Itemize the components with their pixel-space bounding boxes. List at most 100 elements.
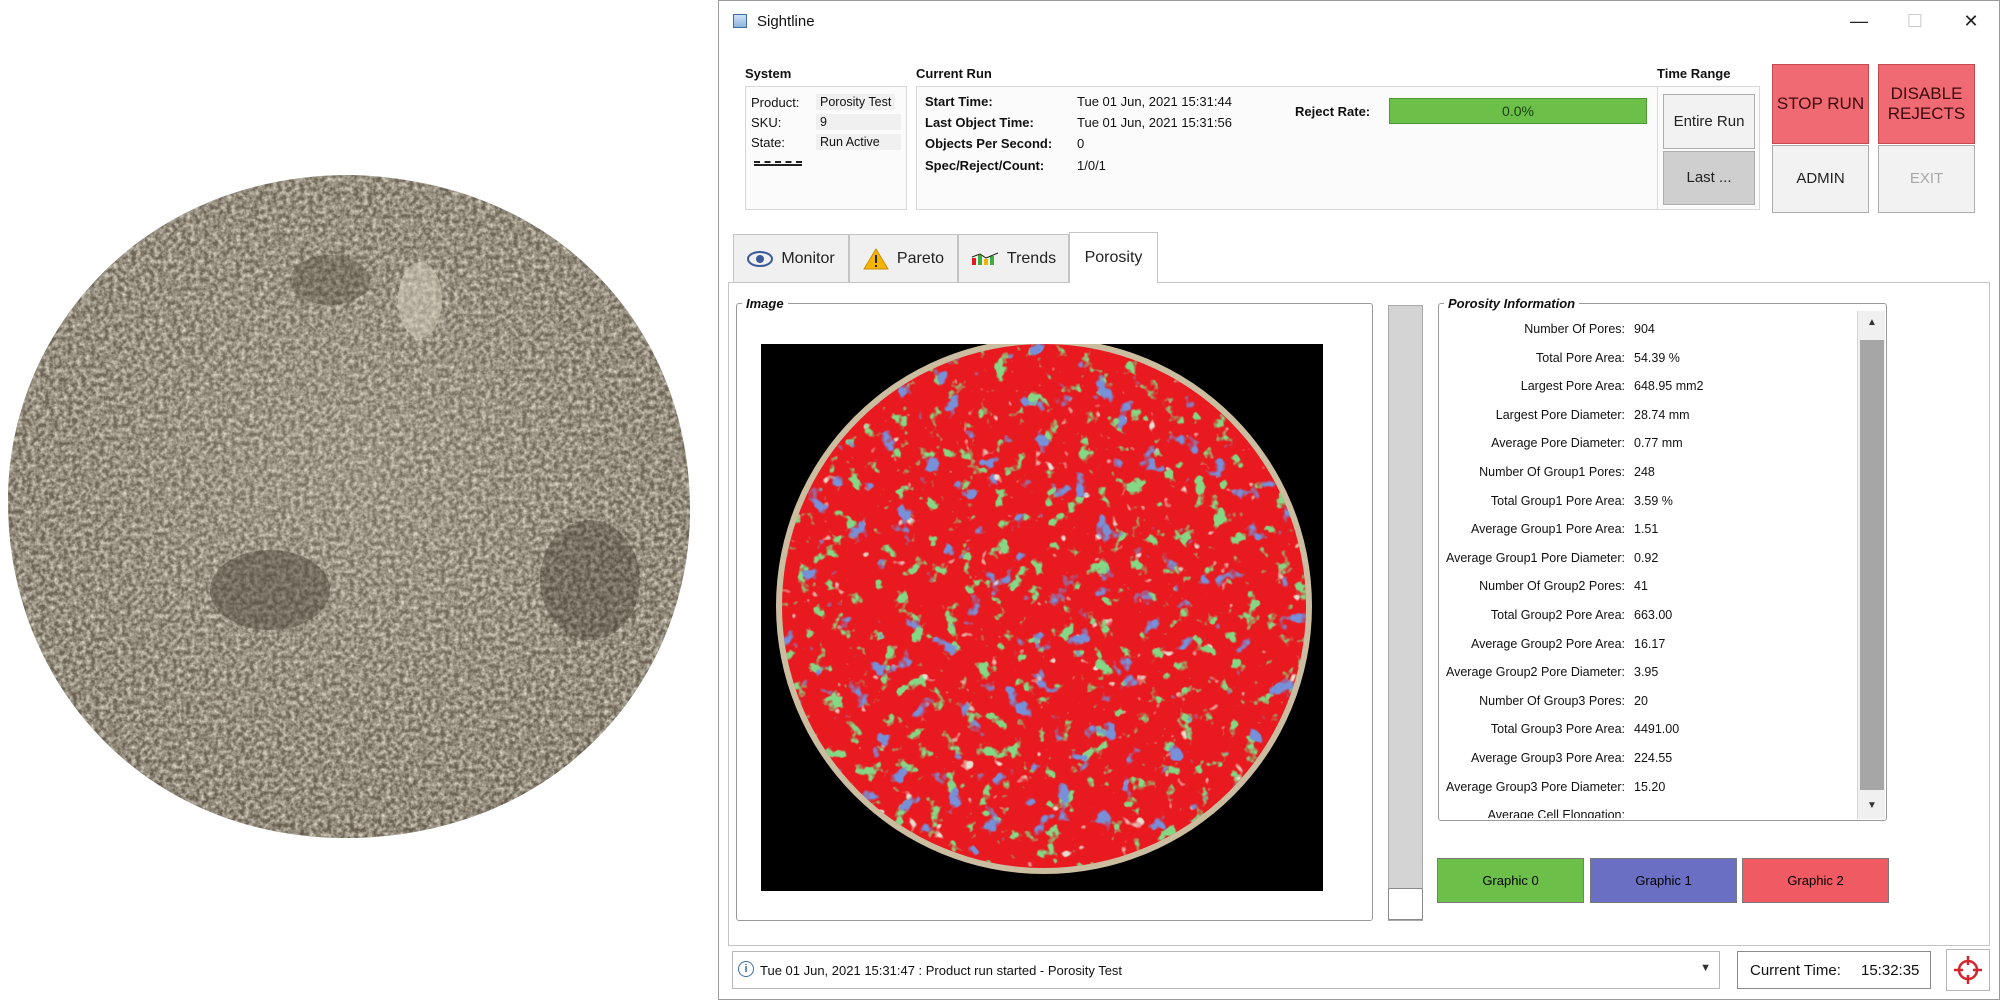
current-time-value: 15:32:35 [1861, 962, 1920, 979]
scroll-up-icon[interactable]: ▲ [1867, 317, 1877, 328]
minimize-button[interactable]: — [1831, 1, 1887, 41]
eye-icon [747, 250, 774, 267]
state-value: Run Active [816, 134, 901, 150]
exit-button[interactable]: EXIT [1878, 145, 1975, 213]
tab-porosity-label: Porosity [1084, 249, 1143, 266]
porosity-info-row: Average Cell Elongation: [1441, 802, 1857, 818]
porosity-info-row-label: Average Cell Elongation: [1487, 808, 1625, 818]
porosity-info-row-value: 15.20 [1634, 779, 1666, 794]
porosity-info-row: Largest Pore Area: 648.95 mm2 [1441, 373, 1857, 401]
spec-reject-count-value: 1/0/1 [1077, 158, 1106, 173]
status-message-box[interactable]: i Tue 01 Jun, 2021 15:31:47 : Product ru… [732, 951, 1720, 989]
sku-value: 9 [816, 114, 901, 130]
system-panel: Product: Porosity Test SKU: 9 State: Run… [745, 86, 907, 210]
maximize-button[interactable]: ☐ [1887, 1, 1943, 41]
graphic-0-button[interactable]: Graphic 0 [1437, 858, 1584, 903]
porosity-info-row: Largest Pore Diameter: 28.74 mm [1441, 402, 1857, 430]
porosity-info-row-label: Number Of Group3 Pores: [1479, 693, 1625, 708]
target-button[interactable] [1946, 949, 1990, 991]
last-range-button[interactable]: Last ... [1663, 151, 1755, 205]
porosity-info-row-value: 28.74 mm [1634, 407, 1690, 422]
app-icon [733, 14, 747, 28]
screen: Sightline — ☐ ✕ System Product: Porosity… [0, 0, 2000, 1000]
porosity-info-row: Average Pore Diameter: 0.77 mm [1441, 430, 1857, 458]
porosity-info-row-value: 3.95 [1634, 665, 1659, 680]
porosity-info-row-label: Number Of Group1 Pores: [1479, 465, 1625, 479]
image-zoom-slider[interactable] [1388, 305, 1423, 921]
sample-photo [7, 175, 691, 839]
porosity-info-row-value: 16.17 [1634, 636, 1666, 651]
current-run-heading: Current Run [916, 66, 992, 81]
porosity-info-row-label: Number Of Group2 Pores: [1479, 579, 1625, 594]
porosity-info-label: Porosity Information [1444, 296, 1580, 311]
porosity-info-row: Average Group2 Pore Area: 16.17 [1441, 631, 1857, 659]
close-button[interactable]: ✕ [1943, 1, 1999, 41]
scrollbar-thumb[interactable] [1860, 340, 1884, 790]
objects-per-second-label: Objects Per Second: [925, 136, 1053, 151]
porosity-info-row-value: 0.92 [1634, 550, 1659, 565]
graphic-1-button[interactable]: Graphic 1 [1590, 858, 1737, 903]
product-label: Product: [751, 95, 800, 110]
porosity-info-row: Number Of Group2 Pores: 41 [1441, 573, 1857, 601]
porosity-info-row: Number Of Pores: 904 [1441, 316, 1857, 344]
porosity-info-row-value: 41 [1634, 579, 1648, 594]
porosity-tab-content: Image Porosity Information Number Of Por… [728, 282, 1990, 946]
porosity-info-row: Total Pore Area: 54.39 % [1441, 345, 1857, 373]
product-value: Porosity Test [816, 94, 896, 110]
crosshair-icon [1954, 956, 1982, 984]
porosity-info-row-value: 248 [1634, 465, 1655, 479]
tab-pareto[interactable]: Pareto [849, 234, 958, 282]
porosity-info-row: Average Group3 Pore Diameter: 15.20 [1441, 774, 1857, 802]
image-zoom-slider-thumb[interactable] [1388, 888, 1423, 920]
porosity-info-row-label: Total Group2 Pore Area: [1490, 608, 1625, 622]
tab-trends-label: Trends [1006, 249, 1057, 267]
tab-porosity[interactable]: Porosity [1069, 232, 1158, 283]
porosity-info-row: Average Group1 Pore Diameter: 0.92 [1441, 545, 1857, 573]
porosity-image [761, 344, 1323, 891]
porosity-info-row-label: Average Group1 Pore Diameter: [1445, 550, 1625, 565]
status-message: Tue 01 Jun, 2021 15:31:47 : Product run … [760, 963, 1123, 978]
info-icon: i [738, 961, 754, 977]
disable-rejects-button[interactable]: DISABLE REJECTS [1878, 64, 1975, 144]
porosity-info-row-value: 4491.00 [1634, 722, 1680, 737]
tab-trends[interactable]: Trends [958, 234, 1069, 282]
state-indicator-icon [754, 161, 802, 166]
warning-icon [863, 247, 889, 270]
spec-reject-count-label: Spec/Reject/Count: [925, 158, 1045, 173]
porosity-info-row-value: 54.39 % [1634, 350, 1680, 365]
porosity-info-row-value: 904 [1634, 322, 1655, 336]
app-window: Sightline — ☐ ✕ System Product: Porosity… [718, 0, 2000, 1000]
graphic-2-button[interactable]: Graphic 2 [1742, 858, 1889, 903]
porosity-info-row-label: Average Group2 Pore Diameter: [1445, 665, 1625, 680]
title-bar[interactable]: Sightline — ☐ ✕ [719, 1, 1999, 41]
current-time-label: Current Time: [1750, 962, 1841, 979]
porosity-info-row-label: Average Group3 Pore Diameter: [1445, 779, 1625, 794]
porosity-info-row-label: Average Group2 Pore Area: [1470, 636, 1625, 651]
porosity-info-row-value: 0.77 mm [1634, 436, 1683, 451]
porosity-info-row-value: 1.51 [1634, 522, 1659, 537]
stop-run-button[interactable]: STOP RUN [1772, 64, 1869, 144]
porosity-info-row: Average Group1 Pore Area: 1.51 [1441, 516, 1857, 544]
porosity-info-row-label: Number Of Pores: [1524, 322, 1625, 336]
time-range-heading: Time Range [1657, 66, 1731, 81]
porosity-info-scrollbar[interactable]: ▲ ▼ [1857, 311, 1885, 819]
current-time-box: Current Time: 15:32:35 [1737, 951, 1931, 989]
porosity-info-row: Total Group3 Pore Area: 4491.00 [1441, 716, 1857, 744]
objects-per-second-value: 0 [1077, 136, 1085, 151]
admin-button[interactable]: ADMIN [1772, 145, 1869, 213]
porosity-info-list[interactable]: Number Of Pores: 904 Total Pore Area: 54.39… [1441, 313, 1857, 818]
entire-run-button[interactable]: Entire Run [1663, 94, 1755, 149]
porosity-info-row-label: Average Pore Diameter: [1491, 436, 1625, 451]
porosity-info-row-label: Average Group3 Pore Area: [1470, 751, 1625, 765]
scroll-down-icon[interactable]: ▼ [1867, 800, 1877, 811]
porosity-info-row-value: 3.59 % [1634, 493, 1673, 508]
porosity-info-row-label: Average Group1 Pore Area: [1470, 522, 1625, 537]
porosity-info-row: Total Group1 Pore Area: 3.59 % [1441, 488, 1857, 516]
porosity-info-row: Average Group3 Pore Area: 224.55 [1441, 745, 1857, 773]
tab-pareto-label: Pareto [896, 249, 945, 267]
sku-label: SKU: [751, 115, 782, 130]
status-dropdown-icon[interactable]: ▼ [1700, 962, 1711, 974]
last-object-time-label: Last Object Time: [925, 115, 1034, 130]
tab-monitor[interactable]: Monitor [733, 234, 849, 282]
porosity-info-row-label: Largest Pore Area: [1520, 379, 1625, 394]
